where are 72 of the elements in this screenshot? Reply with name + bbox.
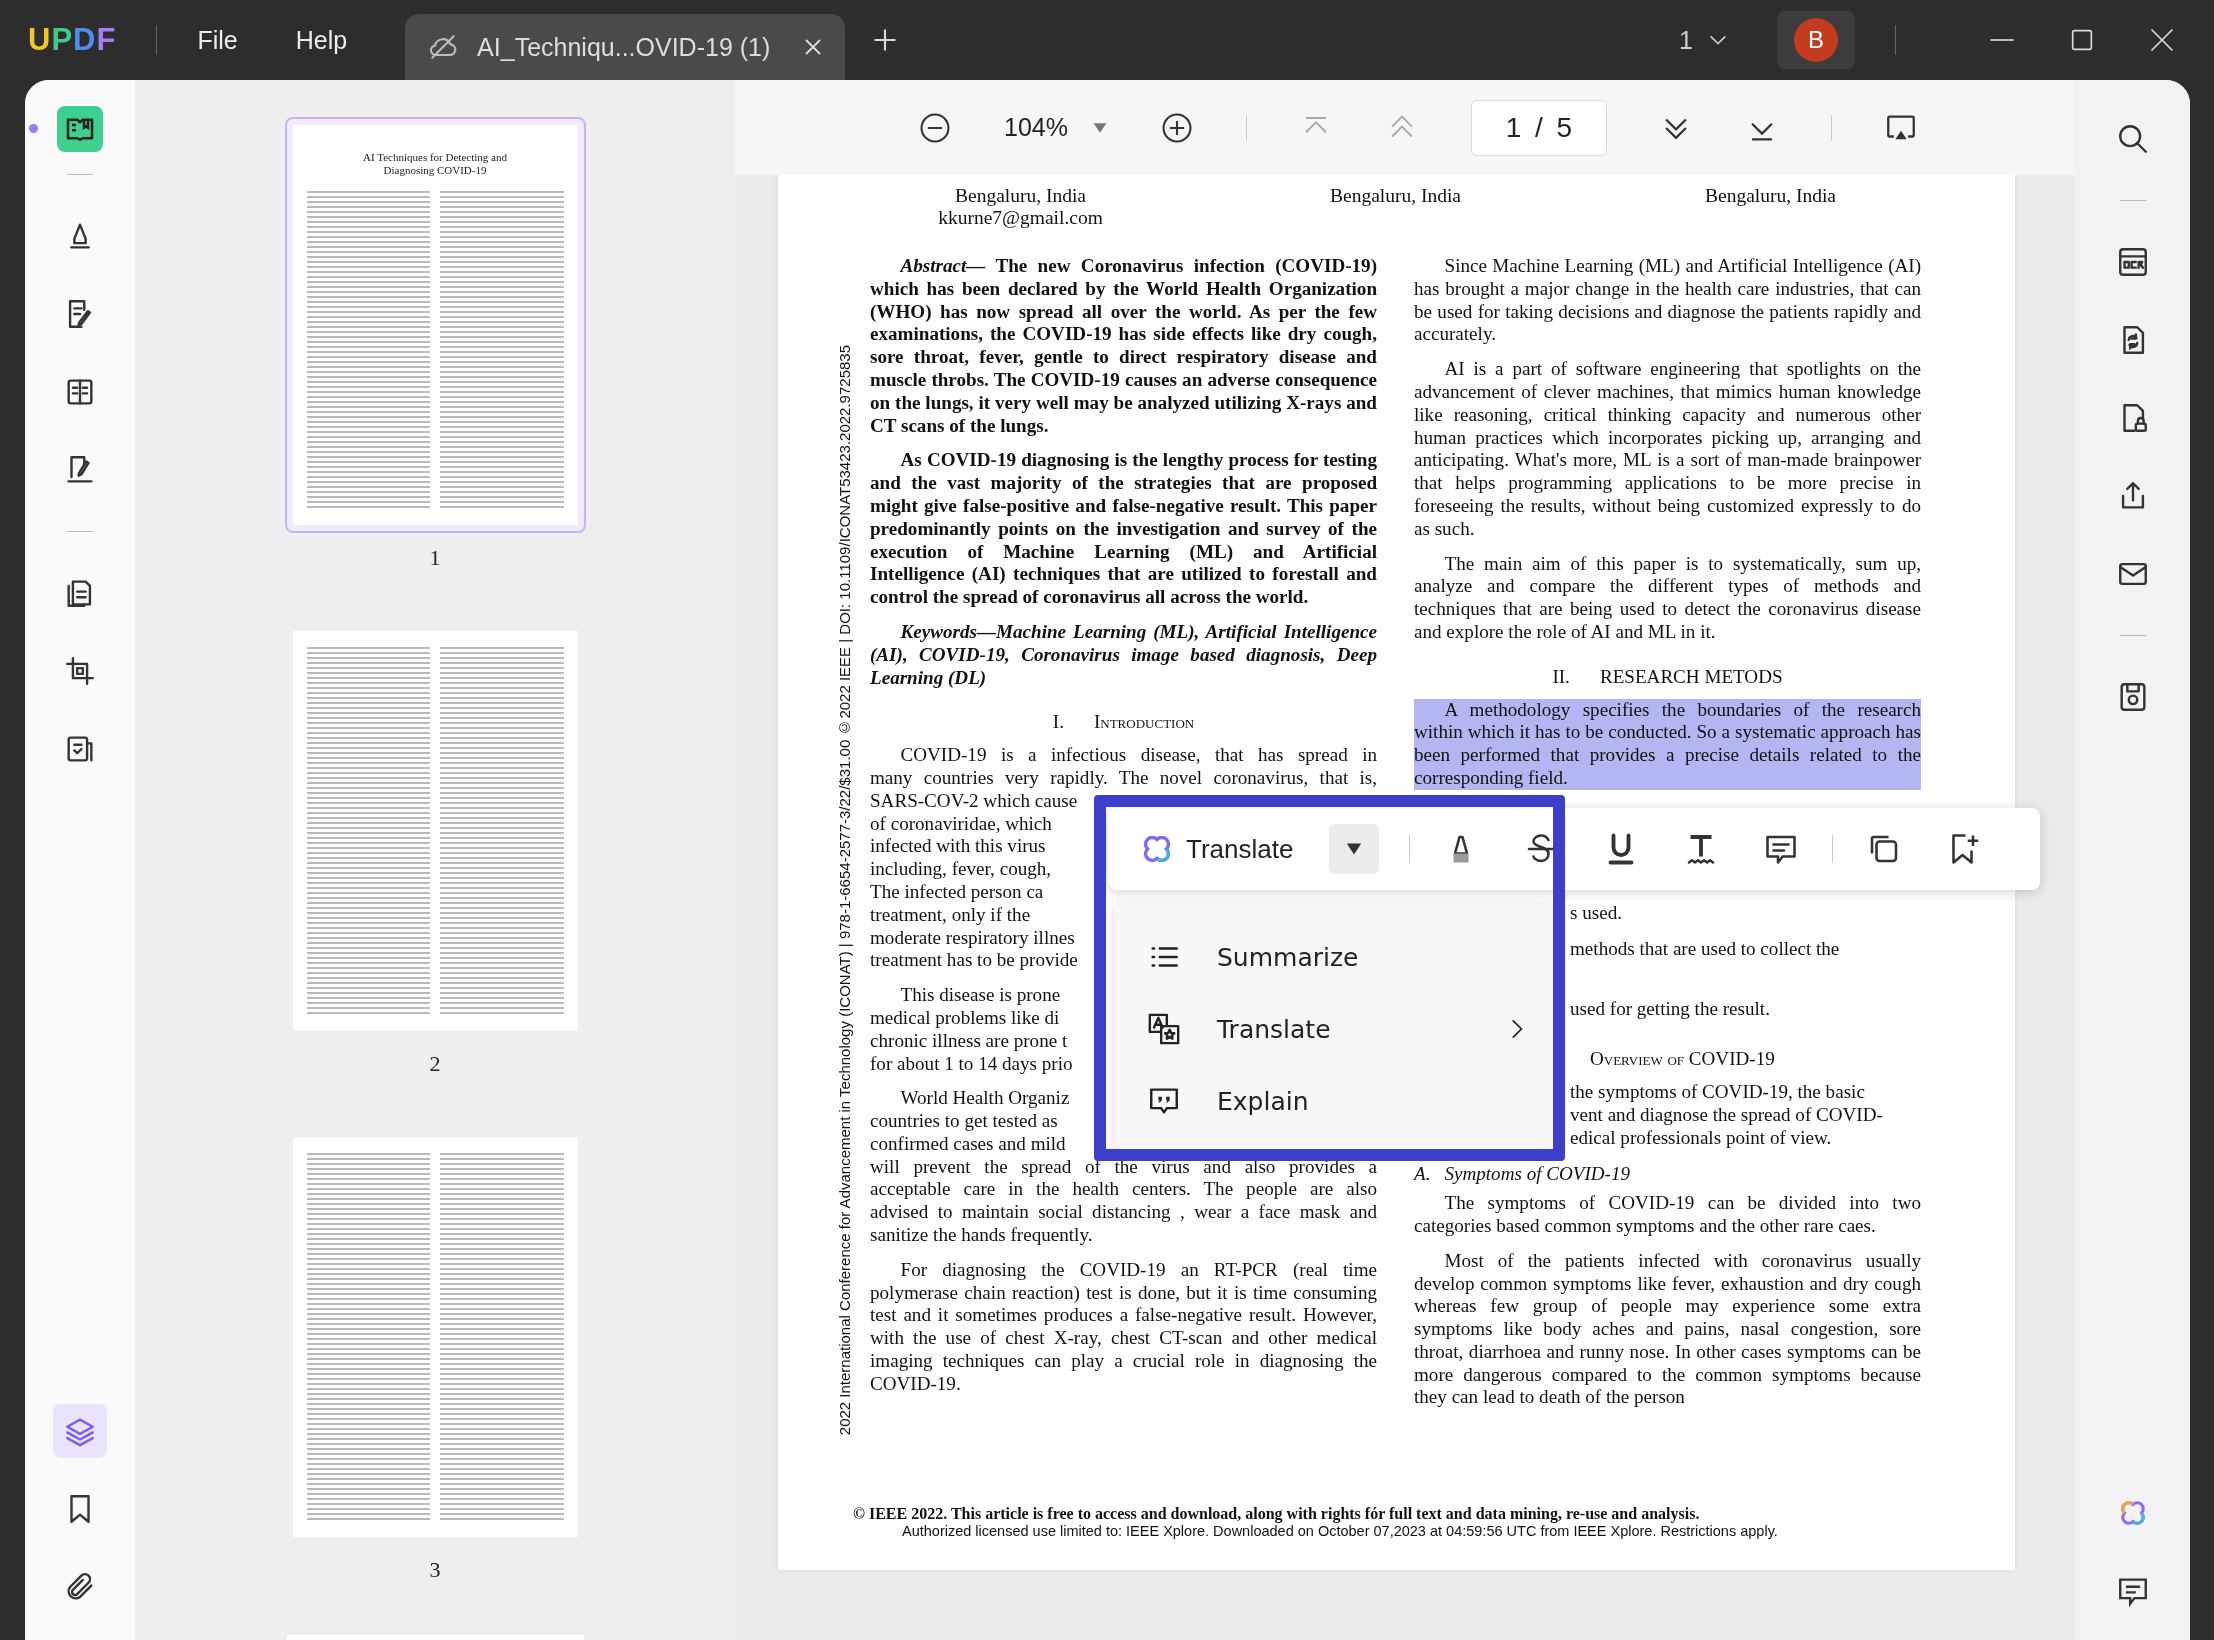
text-line: chronic illness are prone t (870, 1029, 1068, 1053)
reader-mode-button[interactable] (57, 106, 103, 152)
keywords-paragraph: Keywords—Machine Learning (ML), Artificial Intelligence (AI), COVID-19, Coronavirus image based diagnosis, Deep Learning (DL) (870, 620, 1377, 690)
section-heading: Introduction (1093, 711, 1195, 735)
text-line: for about 1 to 14 days prio (870, 1052, 1073, 1076)
page-picker[interactable]: 1 (1679, 25, 1729, 55)
paragraph: The main aim of this paper is to systematically, sum up, analyze and compare the different types of methods and techniques that are being used to detect the coronavirus disease and explore the role of AI and ML in it. (1414, 552, 1921, 644)
text-line: medical problems like di (870, 1006, 1060, 1030)
text-line: countries to get tested as (870, 1110, 1058, 1133)
section-number: II. (1552, 665, 1570, 689)
text-line: treatment has to be provide (870, 949, 1078, 973)
text-line: sanitize the hands frequently. (870, 1224, 1094, 1247)
menu-item[interactable]: File (197, 25, 238, 55)
dropdown-button[interactable] (1329, 824, 1380, 874)
user-avatar[interactable]: B (1794, 18, 1838, 62)
copyright-notice: © IEEE 2022. This article is free to access and download, along with rights fór full text and data mining, re-use and analysis. (852, 1505, 1701, 1523)
text-line: s used. (1570, 901, 1622, 925)
subsection-heading: Symptoms of COVID-19 (1444, 1163, 1631, 1187)
author-affiliation: kkurne7@gmail.com (938, 207, 1103, 229)
text-line: many countries very rapidly. The novel coronavirus, that is, (870, 766, 1377, 790)
paragraph: For diagnosing the COVID-19 an RT-PCR (real time polymerase chain reaction) test is done, but it is time consuming test and it sometimes produces a false-negative result. However, with the use of chest X-ray, chest CT-scan and other medical imaging techniques can play a crucial role in diagnosing the COVID-19. (870, 1258, 1377, 1396)
text-line: advised to maintain social distancing , wear a face mask and (870, 1201, 1377, 1225)
text-line: SARS-COV-2 which cause (870, 789, 1078, 813)
paragraph: The symptoms of COVID-19 can be divided into two categories based common symptoms and the other rare caes. (1414, 1192, 1921, 1238)
paragraph: Most of the patients infected with coronavirus usually develop common symptoms like fever, exhaustion and dry cough whereas few group of people may experience some extra symptoms like body aches and pains, nasal congestion, sore throat, diarrhoea and runny nose. In other cases symptoms can be more dangerous compared to the common symptoms because they can lead to death of the person (1414, 1249, 1921, 1410)
page-number: 1 (429, 545, 441, 571)
indicator-dot (29, 124, 38, 133)
author-affiliation: Bengaluru, India (954, 185, 1086, 207)
thumbnail-title: AI Techniques for Detecting and Diagnosing COVID-19 (362, 150, 508, 179)
text-line: moderate respiratory illnes (870, 926, 1075, 950)
section-number: A. (1414, 1163, 1431, 1187)
layers-icon[interactable] (53, 1404, 107, 1458)
text-line: This disease is prone (899, 984, 1061, 1007)
text-line: The infected person ca (870, 880, 1044, 904)
page-number: 3 (429, 1557, 441, 1583)
text-line: COVID-19 is a infectious disease, that has spread in (899, 744, 1377, 767)
zoom-level[interactable]: 104% (1004, 113, 1068, 142)
selected-paragraph: A methodology specifies the boundaries of the research within which it has to be conducted. So a systematic approach has been performed that provides a precise details related to the corresponding field. (1414, 698, 1921, 790)
page-number-field[interactable]: 1 / 5 (1470, 99, 1607, 156)
page-number: 2 (429, 1051, 441, 1077)
section-number: I. (1052, 711, 1064, 735)
text-line: confirmed cases and mild (870, 1132, 1066, 1156)
text-line: methods that are used to collect the (1570, 937, 1840, 961)
menu-item[interactable]: Translate (1115, 993, 1553, 1065)
menu-item[interactable]: Summarize (1115, 921, 1553, 993)
text-line: used for getting the result. (1570, 998, 1770, 1022)
author-affiliation: Bengaluru, India (1704, 185, 1836, 207)
text-line: including, fever, cough, (870, 858, 1052, 881)
translate-icon (1147, 1012, 1181, 1046)
paragraph: As COVID-19 diagnosing is the lengthy process for testing and the vast majority of the strategies that are proposed might give false-positive and false-negative result. This paper predominantly points on the investigation and survey of the execution of Machine Learning (ML) and Artificial Intelligence (AI) techniques that are utilized to forestall and control the spread of coronavirus all across the world. (870, 449, 1377, 609)
text-line: of coronaviridae, which (870, 812, 1052, 836)
text-line: treatment, only if the (870, 903, 1031, 927)
menu-item[interactable]: Help (295, 25, 348, 55)
close-icon[interactable] (2148, 26, 2176, 54)
paragraph: Since Machine Learning (ML) and Artificial Intelligence (AI) has brought a major change in the health care industries, that can be used for taking decisions and diagnose the patients rapidly and accurately. (1414, 255, 1921, 347)
text-line: infected with this virus (870, 835, 1046, 859)
text-line: the symptoms of COVID-19, the basic (1570, 1080, 1865, 1104)
text-line: World Health Organiz (899, 1087, 1070, 1111)
abstract-paragraph: Abstract— The new Coronavirus infection (COVID-19) which has been declared by the World Health Organization (WHO) has now spread all over the world. As per the few examinations, the COVID-19 has side effects like dry cough, sore throat, fever, gentle to direct respiratory disease and muscle throbs. The COVID-19 causes an adverse consequence on the lungs, it very well may be analyzed utilizing X-rays and CT scans of the lungs. (870, 255, 1377, 438)
paragraph: AI is a part of software engineering that spotlights on the advancement of clever machines, that mimics human knowledge like reasoning, critical thinking capacity and numerous other human practices which incorporates picking up, arranging and anticipating. What's more, ML is a sort of man-made brainpower that helps programming applications to be more precise in foreseeing the results, without being customized expressly to do as such. (1414, 358, 1921, 541)
page-thumbnail[interactable]: AI Techniques for Detecting and Diagnosing COVID-19 (284, 117, 586, 533)
text-line: vent and diagnose the spread of COVID- (1570, 1103, 1883, 1127)
author-affiliation: Bengaluru, India (1329, 185, 1461, 207)
section-heading: RESEARCH METODS (1599, 665, 1783, 689)
text-line: acceptable care in the health centers. The people are also (870, 1178, 1377, 1202)
license-notice: Authorized licensed use limited to: IEEE Xplore. Downloaded on October 07,2023 at 04:59:56 UTC from IEEE Xplore. Restrictions apply. (901, 1523, 1779, 1540)
translate-button[interactable]: Translate (1138, 830, 1294, 868)
document-tab[interactable]: AI_Techniqu...OVID-19 (1) (405, 14, 846, 80)
text-line: edical professionals point of view. (1570, 1126, 1832, 1150)
section-heading: Overview of COVID-19 (1589, 1048, 1775, 1071)
side-note: 2022 International Conference for Advancement in Technology (ICONAT) | 978-1-6654-2577-3/22/$31.00 ©2022 IEEE | DOI: 10.1109/ICONAT53423.2022.9725835 (834, 345, 853, 1436)
menu-item[interactable]: Explain (1115, 1065, 1553, 1137)
